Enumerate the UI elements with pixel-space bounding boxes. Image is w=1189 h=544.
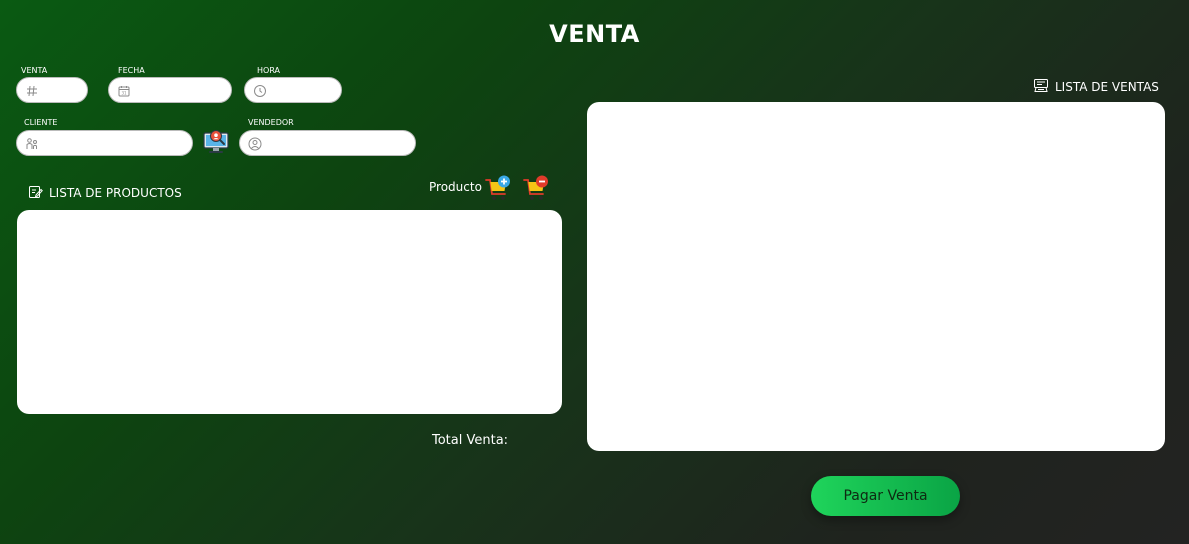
vendedor-input[interactable] — [266, 134, 407, 152]
venta-input[interactable] — [43, 81, 79, 99]
producto-label: Producto — [429, 180, 482, 194]
page-title: VENTA — [549, 20, 640, 48]
hora-field[interactable] — [244, 77, 342, 103]
venta-label: VENTA — [21, 66, 48, 75]
calendar-icon: 31 — [117, 83, 131, 97]
register-icon — [1033, 78, 1049, 96]
clock-icon — [253, 83, 267, 97]
productos-table[interactable] — [17, 210, 562, 414]
productos-header: LISTA DE PRODUCTOS — [28, 184, 182, 202]
cliente-field[interactable] — [16, 130, 193, 156]
cart-add-icon[interactable] — [484, 174, 512, 202]
total-venta-label: Total Venta: — [432, 433, 509, 448]
ventas-table[interactable] — [587, 102, 1165, 451]
vendedor-field[interactable] — [239, 130, 416, 156]
fecha-input[interactable] — [135, 81, 223, 99]
venta-field[interactable] — [16, 77, 88, 103]
fecha-label: FECHA — [118, 66, 145, 75]
pagar-venta-button[interactable]: Pagar Venta — [811, 476, 960, 516]
user-icon — [248, 136, 262, 151]
vendedor-label: VENDEDOR — [248, 118, 294, 127]
hash-icon — [25, 83, 39, 97]
ventas-label: LISTA DE VENTAS — [1055, 80, 1159, 94]
hora-label: HORA — [257, 66, 281, 75]
fecha-field[interactable]: 31 — [108, 77, 232, 103]
monitor-search-icon[interactable] — [201, 127, 231, 157]
cliente-label: CLIENTE — [24, 118, 58, 127]
edit-list-icon — [28, 184, 43, 202]
people-icon — [25, 136, 39, 150]
hora-input[interactable] — [271, 81, 333, 99]
cart-remove-icon[interactable] — [522, 174, 550, 202]
cliente-input[interactable] — [43, 134, 184, 152]
ventas-header: LISTA DE VENTAS — [1033, 78, 1159, 96]
productos-label: LISTA DE PRODUCTOS — [49, 186, 182, 200]
svg-text:31: 31 — [122, 91, 128, 96]
